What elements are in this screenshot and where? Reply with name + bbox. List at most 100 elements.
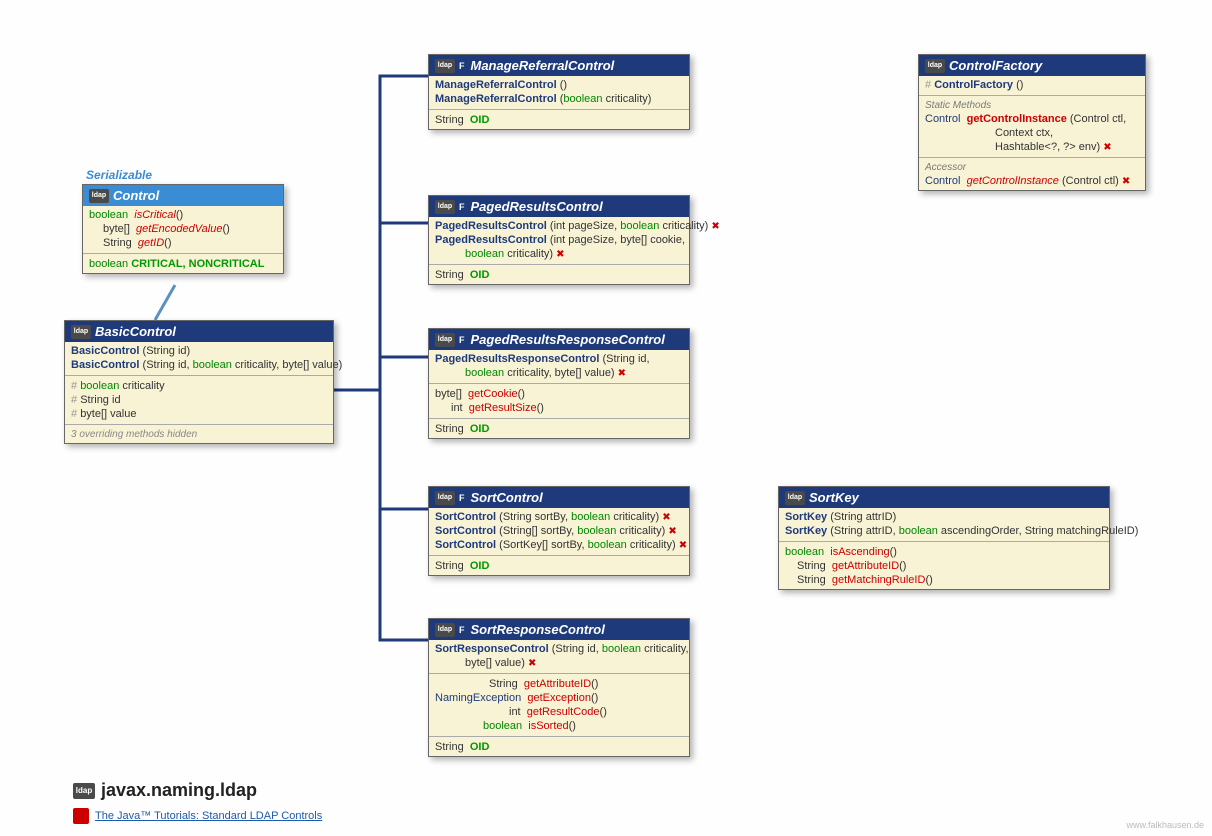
hash: # bbox=[925, 79, 931, 91]
class-manage-referral: ldap F ManageReferralControl ManageRefer… bbox=[428, 54, 690, 130]
constant: OID bbox=[470, 741, 490, 753]
params: Context ctx, bbox=[995, 127, 1053, 139]
constructor: ManageReferralControl bbox=[435, 93, 557, 105]
bool-kw: boolean bbox=[899, 525, 938, 537]
class-header: ldap F SortControl bbox=[429, 487, 689, 508]
class-control-factory: ldap ControlFactory # ControlFactory () … bbox=[918, 54, 1146, 191]
throws-icon: ✖ bbox=[528, 658, 536, 669]
class-basic-control: ldap BasicControl BasicControl (String i… bbox=[64, 320, 334, 444]
ldap-icon: ldap bbox=[435, 491, 455, 505]
constructor: ControlFactory bbox=[934, 79, 1013, 91]
return-type: boolean bbox=[89, 258, 128, 270]
bool-kw: boolean bbox=[588, 539, 627, 551]
watermark: www.falkhausen.de bbox=[1126, 820, 1204, 830]
field-name: criticality bbox=[122, 380, 164, 392]
method-name: isAscending bbox=[830, 546, 889, 558]
class-title: BasicControl bbox=[95, 324, 176, 339]
return-type: NamingException bbox=[435, 692, 521, 704]
return-type: boolean bbox=[483, 720, 522, 732]
ldap-icon: ldap bbox=[925, 59, 945, 73]
params: ascendingOrder, String matchingRuleID) bbox=[938, 525, 1139, 537]
bool-kw: boolean bbox=[465, 248, 504, 260]
bool-kw: boolean bbox=[577, 525, 616, 537]
throws-icon: ✖ bbox=[668, 526, 676, 537]
section-label: Static Methods bbox=[925, 99, 1139, 112]
params: (String id, bbox=[552, 643, 602, 655]
params: () bbox=[591, 692, 598, 704]
class-header: ldap Control bbox=[83, 185, 283, 206]
class-header: ldap F SortResponseControl bbox=[429, 619, 689, 640]
field-type: boolean bbox=[80, 380, 119, 392]
method-name: isCritical bbox=[134, 209, 176, 221]
class-control: ldap Control boolean isCritical() byte[]… bbox=[82, 184, 284, 274]
package-name: javax.naming.ldap bbox=[101, 780, 257, 801]
return-type: String bbox=[797, 574, 826, 586]
class-paged-results-response: ldap F PagedResultsResponseControl Paged… bbox=[428, 328, 690, 439]
package-label: ldap javax.naming.ldap bbox=[73, 780, 257, 801]
class-header: ldap BasicControl bbox=[65, 321, 333, 342]
constructor: PagedResultsControl bbox=[435, 234, 547, 246]
bool-kw: boolean bbox=[193, 359, 232, 371]
params: criticality) bbox=[603, 93, 652, 105]
throws-icon: ✖ bbox=[711, 221, 719, 232]
params: (String attrID, bbox=[830, 525, 898, 537]
constructor: SortKey bbox=[785, 511, 827, 523]
params: criticality) bbox=[659, 220, 708, 232]
params: criticality, byte[] value) bbox=[504, 367, 614, 379]
params: () bbox=[890, 546, 897, 558]
final-marker: F bbox=[459, 61, 465, 71]
return-type: String bbox=[103, 237, 132, 249]
params: Hashtable<?, ?> env) bbox=[995, 141, 1100, 153]
class-paged-results: ldap F PagedResultsControl PagedResultsC… bbox=[428, 195, 690, 285]
ldap-icon: ldap bbox=[435, 623, 455, 637]
class-header: ldap SortKey bbox=[779, 487, 1109, 508]
params: (int pageSize, bbox=[550, 220, 620, 232]
ldap-icon: ldap bbox=[785, 491, 805, 505]
throws-icon: ✖ bbox=[556, 249, 564, 260]
class-title: SortResponseControl bbox=[471, 622, 605, 637]
constructor: SortControl bbox=[435, 525, 496, 537]
class-header: ldap F PagedResultsControl bbox=[429, 196, 689, 217]
constructor: SortControl bbox=[435, 511, 496, 523]
hidden-note: 3 overriding methods hidden bbox=[71, 428, 327, 441]
constructor: SortResponseControl bbox=[435, 643, 549, 655]
class-title: PagedResultsControl bbox=[471, 199, 603, 214]
class-header: ldap F ManageReferralControl bbox=[429, 55, 689, 76]
tutorial-link[interactable]: The Java™ Tutorials: Standard LDAP Contr… bbox=[73, 808, 322, 824]
return-type: int bbox=[451, 402, 463, 414]
constant: OID bbox=[470, 560, 490, 572]
params: (Control ctl, bbox=[1070, 113, 1126, 125]
params: (String sortBy, bbox=[499, 511, 571, 523]
ldap-icon: ldap bbox=[435, 200, 455, 214]
bool-kw: boolean bbox=[620, 220, 659, 232]
method-name: getResultCode bbox=[527, 706, 600, 718]
constructor: ManageReferralControl bbox=[435, 79, 557, 91]
params: () bbox=[1016, 79, 1023, 91]
constructor: BasicControl bbox=[71, 345, 139, 357]
method-name: getMatchingRuleID bbox=[832, 574, 926, 586]
params: () bbox=[569, 720, 576, 732]
params: criticality) bbox=[616, 525, 665, 537]
class-header: ldap F PagedResultsResponseControl bbox=[429, 329, 689, 350]
method-name: getControlInstance bbox=[967, 113, 1067, 125]
constructor: PagedResultsResponseControl bbox=[435, 353, 599, 365]
params: criticality) bbox=[504, 248, 553, 260]
bool-kw: boolean bbox=[571, 511, 610, 523]
field-name: id bbox=[112, 394, 121, 406]
class-sort-key: ldap SortKey SortKey (String attrID) Sor… bbox=[778, 486, 1110, 590]
throws-icon: ✖ bbox=[1122, 176, 1130, 187]
method-name: getResultSize bbox=[469, 402, 537, 414]
final-marker: F bbox=[459, 202, 465, 212]
return-type: byte[] bbox=[103, 223, 130, 235]
class-title: ManageReferralControl bbox=[471, 58, 615, 73]
throws-icon: ✖ bbox=[618, 368, 626, 379]
ldap-icon: ldap bbox=[435, 333, 455, 347]
constructor: SortKey bbox=[785, 525, 827, 537]
link-text: The Java™ Tutorials: Standard LDAP Contr… bbox=[95, 810, 322, 822]
class-sort-control: ldap F SortControl SortControl (String s… bbox=[428, 486, 690, 576]
constructor: BasicControl bbox=[71, 359, 139, 371]
final-marker: F bbox=[459, 493, 465, 503]
class-header: ldap ControlFactory bbox=[919, 55, 1145, 76]
return-type: Control bbox=[925, 113, 960, 125]
params: () bbox=[537, 402, 544, 414]
